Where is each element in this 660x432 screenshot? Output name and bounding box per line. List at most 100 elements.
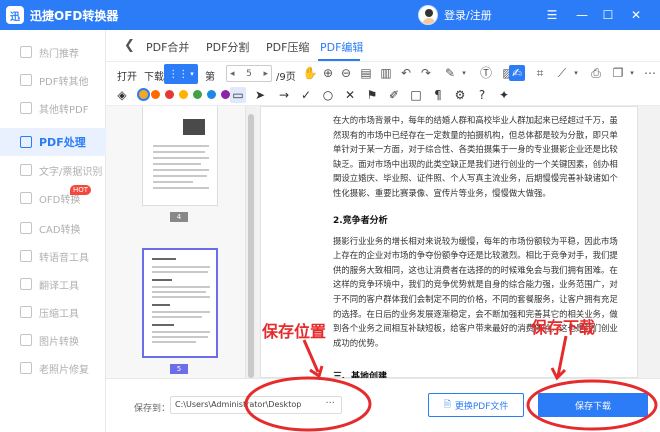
paragraph-icon[interactable]: ¶: [430, 87, 446, 103]
zoom-out-icon[interactable]: ⊖: [338, 65, 354, 81]
thumbnail-toggle-button[interactable]: ⋮⋮ ▾: [164, 64, 198, 84]
rotate-right-icon[interactable]: ↷: [418, 65, 434, 81]
stamp-icon[interactable]: ⚑: [364, 87, 380, 103]
avatar[interactable]: [418, 5, 438, 25]
tab-pdf-split[interactable]: PDF分割: [206, 39, 249, 55]
hand-tool-icon[interactable]: ✋: [302, 65, 318, 81]
crop-icon[interactable]: ⌗: [532, 65, 548, 81]
thumbnail-scrollbar[interactable]: [246, 106, 256, 378]
color-swatch[interactable]: [207, 90, 216, 99]
thumbnail-page-4[interactable]: [142, 106, 218, 206]
voice-icon: [20, 250, 32, 262]
tab-pdf-edit[interactable]: PDF编辑: [320, 39, 363, 55]
back-icon[interactable]: ❮: [124, 38, 135, 53]
app-title: 迅捷OFD转换器: [30, 8, 119, 23]
fill-bucket-icon[interactable]: ◈: [114, 87, 130, 103]
thumbnail-line: [152, 316, 202, 318]
sidebar: 热门推荐 PDF转其他 其他转PDF PDF处理 文字/票据识别 OFD转换 H…: [0, 30, 106, 432]
thumbnail-page-number: 4: [170, 212, 188, 222]
sidebar-item-photo-restore[interactable]: 老照片修复: [0, 354, 106, 382]
chevron-down-icon[interactable]: ▾: [456, 65, 472, 81]
sidebar-item-voice[interactable]: 转语音工具: [0, 242, 106, 270]
comment-icon[interactable]: ▭: [230, 87, 246, 103]
tab-pdf-merge[interactable]: PDF合并: [146, 39, 189, 55]
cad-icon: [20, 222, 32, 234]
pin-icon[interactable]: ✦: [496, 87, 512, 103]
page-number-input[interactable]: ◂ 5 ▸: [226, 65, 272, 82]
chevron-down-icon[interactable]: ▾: [568, 65, 584, 81]
save-to-label: 保存到：: [134, 404, 171, 414]
arrow-icon[interactable]: →: [276, 87, 292, 103]
sidebar-item-hot[interactable]: 热门推荐: [0, 38, 106, 66]
color-swatch-selected[interactable]: [137, 88, 150, 101]
thumbnail-page-5[interactable]: [142, 248, 218, 358]
sidebar-item-label: PDF转其他: [39, 76, 89, 88]
check-icon[interactable]: ✓: [298, 87, 314, 103]
color-swatch[interactable]: [193, 90, 202, 99]
thumbnail-line: [153, 187, 209, 189]
question-icon[interactable]: ?: [474, 87, 490, 103]
sidebar-item-compress[interactable]: 压缩工具: [0, 298, 106, 326]
sidebar-item-ocr[interactable]: 文字/票据识别: [0, 156, 106, 184]
maximize-icon[interactable]: ☐: [600, 7, 616, 23]
document-paragraph: 在大的市场背景中，每年的结婚人群和高校毕业人群加起来已经超过千万，虽然现有的市场…: [333, 115, 618, 198]
color-swatch[interactable]: [221, 90, 230, 99]
save-path-field[interactable]: C:\Users\Administrator\Desktop ···: [170, 396, 342, 414]
sidebar-item-ofd[interactable]: OFD转换 HOT: [0, 184, 106, 212]
color-swatch[interactable]: [179, 90, 188, 99]
color-swatch[interactable]: [151, 90, 160, 99]
thumbnail-line: [152, 296, 210, 298]
square-icon[interactable]: □: [408, 87, 424, 103]
thumbnail-line: [153, 181, 193, 183]
thumbnail-line: [152, 331, 210, 333]
document-heading: 三、基地创建: [333, 372, 388, 378]
sidebar-item-label: 热门推荐: [39, 48, 79, 60]
tab-pdf-compress[interactable]: PDF压缩: [266, 39, 309, 55]
save-download-button[interactable]: 保存下载: [538, 393, 648, 417]
sidebar-item-image[interactable]: 图片转换: [0, 326, 106, 354]
download-button[interactable]: 下载: [144, 68, 164, 83]
thumbnail-line: [153, 145, 209, 147]
sticky-note-icon[interactable]: ✐: [386, 87, 402, 103]
change-pdf-label: 更换PDF文件: [454, 401, 509, 412]
prev-page-icon[interactable]: ◂: [230, 69, 235, 79]
next-page-icon[interactable]: ▸: [263, 69, 268, 79]
sidebar-item-pdf-process[interactable]: PDF处理: [0, 128, 106, 156]
sidebar-item-other-to-pdf[interactable]: 其他转PDF: [0, 94, 106, 122]
change-pdf-button[interactable]: 🗎 更换PDF文件: [428, 393, 524, 417]
thumbnail-line: [152, 304, 170, 306]
thumbnail-line: [153, 175, 207, 177]
sidebar-item-label: CAD转换: [39, 224, 81, 236]
browse-folder-button[interactable]: ···: [325, 398, 335, 409]
close-icon[interactable]: ✕: [628, 7, 644, 23]
thumbnail-line: [152, 286, 210, 288]
sidebar-item-label: 翻译工具: [39, 280, 79, 292]
color-swatch[interactable]: [165, 90, 174, 99]
login-link[interactable]: 登录/注册: [444, 7, 492, 23]
fit-page-icon[interactable]: ▤: [358, 65, 374, 81]
open-button[interactable]: 打开: [117, 68, 137, 83]
minimize-icon[interactable]: —: [574, 7, 590, 23]
thumbnail-line: [152, 291, 206, 293]
annotate-mode-icon[interactable]: ✍: [509, 65, 525, 81]
gear-icon[interactable]: ⚙: [452, 87, 468, 103]
scrollbar-thumb[interactable]: [248, 114, 254, 378]
thumbnail-line: [152, 311, 210, 313]
sidebar-item-translate[interactable]: 翻译工具: [0, 270, 106, 298]
send-icon[interactable]: ➤: [252, 87, 268, 103]
print-icon[interactable]: ⎙: [588, 65, 604, 81]
sidebar-item-cad[interactable]: CAD转换: [0, 214, 106, 242]
thumbnail-line: [152, 324, 174, 326]
sidebar-item-label: 其他转PDF: [39, 104, 89, 116]
zoom-in-icon[interactable]: ⊕: [320, 65, 336, 81]
menu-icon[interactable]: ☰: [544, 7, 560, 23]
text-box-icon[interactable]: Ⓣ: [478, 65, 494, 81]
sidebar-item-pdf-to-other[interactable]: PDF转其他: [0, 66, 106, 94]
circle-icon[interactable]: ○: [320, 87, 336, 103]
cross-icon[interactable]: ✕: [342, 87, 358, 103]
rotate-left-icon[interactable]: ↶: [398, 65, 414, 81]
user-login-area[interactable]: 登录/注册: [418, 5, 492, 25]
more-icon[interactable]: ⋯: [642, 65, 658, 81]
chevron-down-icon[interactable]: ▾: [624, 65, 640, 81]
fit-width-icon[interactable]: ▥: [378, 65, 394, 81]
